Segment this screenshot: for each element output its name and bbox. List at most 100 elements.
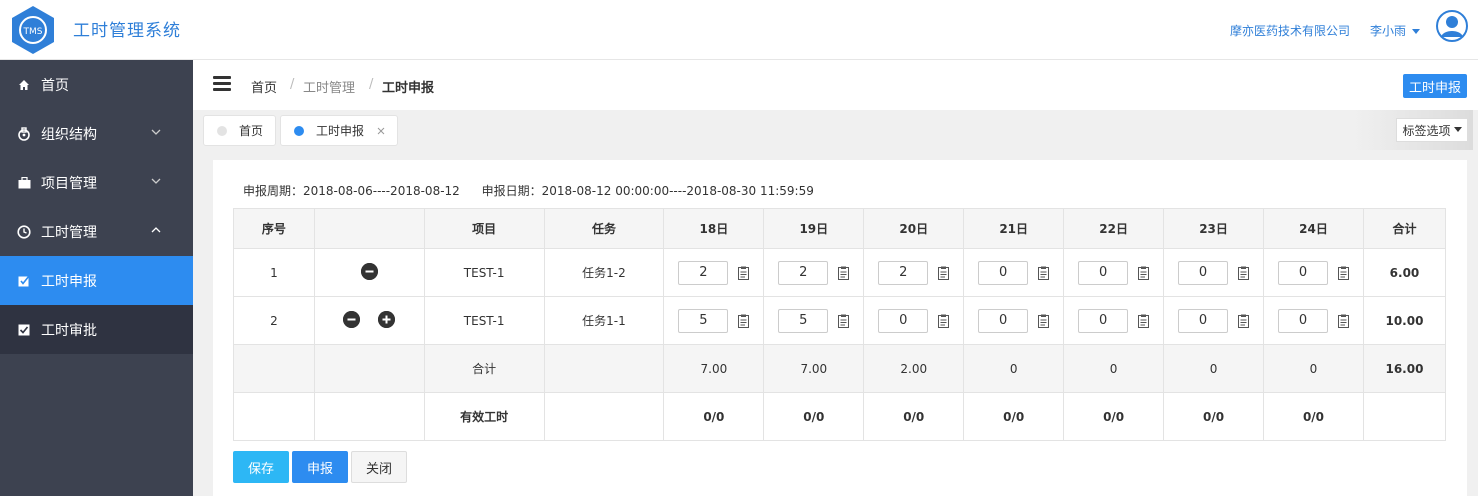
- sidebar-item-home[interactable]: 首页: [0, 60, 193, 109]
- hours-cell: [663, 296, 765, 345]
- hours-input[interactable]: [1277, 308, 1328, 333]
- close-button[interactable]: 关闭: [351, 451, 407, 483]
- project-cell: TEST-1: [423, 296, 545, 345]
- clipboard-icon[interactable]: [1138, 266, 1150, 280]
- report-date-text: 申报日期：2018-08-12 00:00:00----2018-08-30 1…: [481, 184, 814, 198]
- task-cell: 任务1-1: [543, 296, 665, 345]
- column-header: 任务: [543, 208, 665, 249]
- column-header: 项目: [423, 208, 545, 249]
- clipboard-icon[interactable]: [1337, 314, 1349, 328]
- row-total: 10.00: [1362, 296, 1447, 345]
- clipboard-icon[interactable]: [1038, 314, 1050, 328]
- app-header: TMS 工时管理系统 摩亦医药技术有限公司 李小雨: [0, 0, 1478, 60]
- avatar[interactable]: [1436, 10, 1468, 42]
- clipboard-icon[interactable]: [1138, 314, 1150, 328]
- briefcase-icon: [17, 176, 31, 190]
- column-header: 21日: [963, 208, 1065, 249]
- add-row-icon[interactable]: [378, 310, 396, 328]
- checkbox-icon: [17, 323, 31, 337]
- hours-cell: [1263, 248, 1364, 297]
- save-button[interactable]: 保存: [233, 451, 289, 483]
- topbar: 首页 / 工时管理 / 工时申报 工时申报: [193, 60, 1478, 110]
- clipboard-icon[interactable]: [738, 266, 750, 280]
- day-sum: 0: [963, 344, 1065, 393]
- effective-hours-value: 0/0: [663, 392, 765, 441]
- column-header: 18日: [663, 208, 765, 249]
- hours-input[interactable]: [678, 260, 729, 285]
- caret-down-icon: [1453, 127, 1462, 132]
- sidebar: 首页 组织结构 项目管理 工时管理 工时申报 工时审批: [0, 60, 193, 496]
- sidebar-item-timesheet-submit[interactable]: 工时申报: [0, 256, 193, 305]
- hours-input[interactable]: [878, 308, 929, 333]
- effective-hours-value: 0/0: [1163, 392, 1265, 441]
- clipboard-icon[interactable]: [838, 314, 850, 328]
- day-sum: 0: [1163, 344, 1265, 393]
- hours-input[interactable]: [1277, 260, 1328, 285]
- hours-input[interactable]: [978, 260, 1029, 285]
- sidebar-item-timesheet-approve[interactable]: 工时审批: [0, 305, 193, 354]
- effective-hours-row: 有效工时 0/0 0/0 0/0 0/0 0/0 0/0 0/0: [233, 392, 1447, 441]
- remove-row-icon[interactable]: [343, 310, 361, 328]
- hours-input[interactable]: [1178, 308, 1229, 333]
- project-cell: TEST-1: [423, 248, 545, 297]
- hours-entry: [1178, 308, 1250, 333]
- timesheet-table: 序号 项目 任务 18日 19日 20日 21日 22日 23日 24日 合计 …: [233, 208, 1447, 441]
- clipboard-icon[interactable]: [1238, 314, 1250, 328]
- clipboard-icon[interactable]: [738, 314, 750, 328]
- clipboard-icon[interactable]: [938, 266, 950, 280]
- clipboard-icon[interactable]: [838, 266, 850, 280]
- sidebar-item-projects[interactable]: 项目管理: [0, 158, 193, 207]
- column-header: 序号: [233, 208, 315, 249]
- hours-cell: [863, 296, 965, 345]
- column-header: 20日: [863, 208, 965, 249]
- chevron-down-icon: [151, 178, 161, 184]
- form-actions: 保存 申报 关闭: [233, 451, 410, 483]
- column-header: 合计: [1362, 208, 1447, 249]
- hours-input[interactable]: [778, 260, 829, 285]
- company-name[interactable]: 摩亦医药技术有限公司: [1230, 22, 1350, 39]
- hours-input[interactable]: [778, 308, 829, 333]
- table-row: 2 TEST-1任务1-1 10.00: [233, 296, 1447, 345]
- hours-input[interactable]: [1178, 260, 1229, 285]
- tab-options-dropdown[interactable]: 标签选项: [1396, 118, 1468, 142]
- row-number: 1: [233, 248, 315, 297]
- hours-cell: [963, 296, 1065, 345]
- tab-bar: 首页 工时申报 标签选项: [193, 110, 1478, 150]
- hours-input[interactable]: [878, 260, 929, 285]
- menu-toggle-icon[interactable]: [213, 76, 231, 92]
- hours-entry: [1277, 308, 1349, 333]
- user-menu[interactable]: 李小雨: [1370, 22, 1420, 39]
- grand-total: 16.00: [1362, 344, 1447, 393]
- report-period-text: 申报周期：2018-08-06----2018-08-12: [243, 184, 460, 198]
- hours-cell: [763, 296, 865, 345]
- clipboard-icon[interactable]: [938, 314, 950, 328]
- tab-home[interactable]: 首页: [203, 115, 276, 146]
- tab-timesheet-submit[interactable]: 工时申报: [280, 115, 398, 146]
- sidebar-item-label: 工时审批: [41, 322, 97, 339]
- clock-icon: [17, 224, 31, 239]
- sidebar-item-org[interactable]: 组织结构: [0, 109, 193, 158]
- tab-label: 首页: [239, 124, 264, 138]
- close-icon[interactable]: [377, 127, 385, 135]
- hours-input[interactable]: [1078, 260, 1129, 285]
- sidebar-item-timesheet[interactable]: 工时管理: [0, 207, 193, 256]
- sidebar-item-label: 组织结构: [41, 126, 97, 143]
- hours-cell: [1163, 296, 1265, 345]
- clipboard-icon[interactable]: [1337, 266, 1349, 280]
- hours-entry: [1078, 260, 1150, 285]
- hours-input[interactable]: [978, 308, 1029, 333]
- clipboard-icon[interactable]: [1038, 266, 1050, 280]
- chevron-up-icon: [151, 227, 161, 233]
- remove-row-icon[interactable]: [360, 262, 378, 280]
- breadcrumb-timesheet[interactable]: 工时管理: [303, 77, 355, 96]
- effective-hours-label: 有效工时: [423, 392, 545, 441]
- hours-cell: [1263, 296, 1364, 345]
- chevron-down-icon: [151, 129, 161, 135]
- hours-entry: [678, 260, 750, 285]
- submit-button[interactable]: 申报: [292, 451, 348, 483]
- timesheet-submit-top-button[interactable]: 工时申报: [1403, 74, 1467, 98]
- hours-input[interactable]: [678, 308, 729, 333]
- hours-input[interactable]: [1078, 308, 1129, 333]
- clipboard-icon[interactable]: [1238, 266, 1250, 280]
- breadcrumb-home[interactable]: 首页: [251, 77, 277, 96]
